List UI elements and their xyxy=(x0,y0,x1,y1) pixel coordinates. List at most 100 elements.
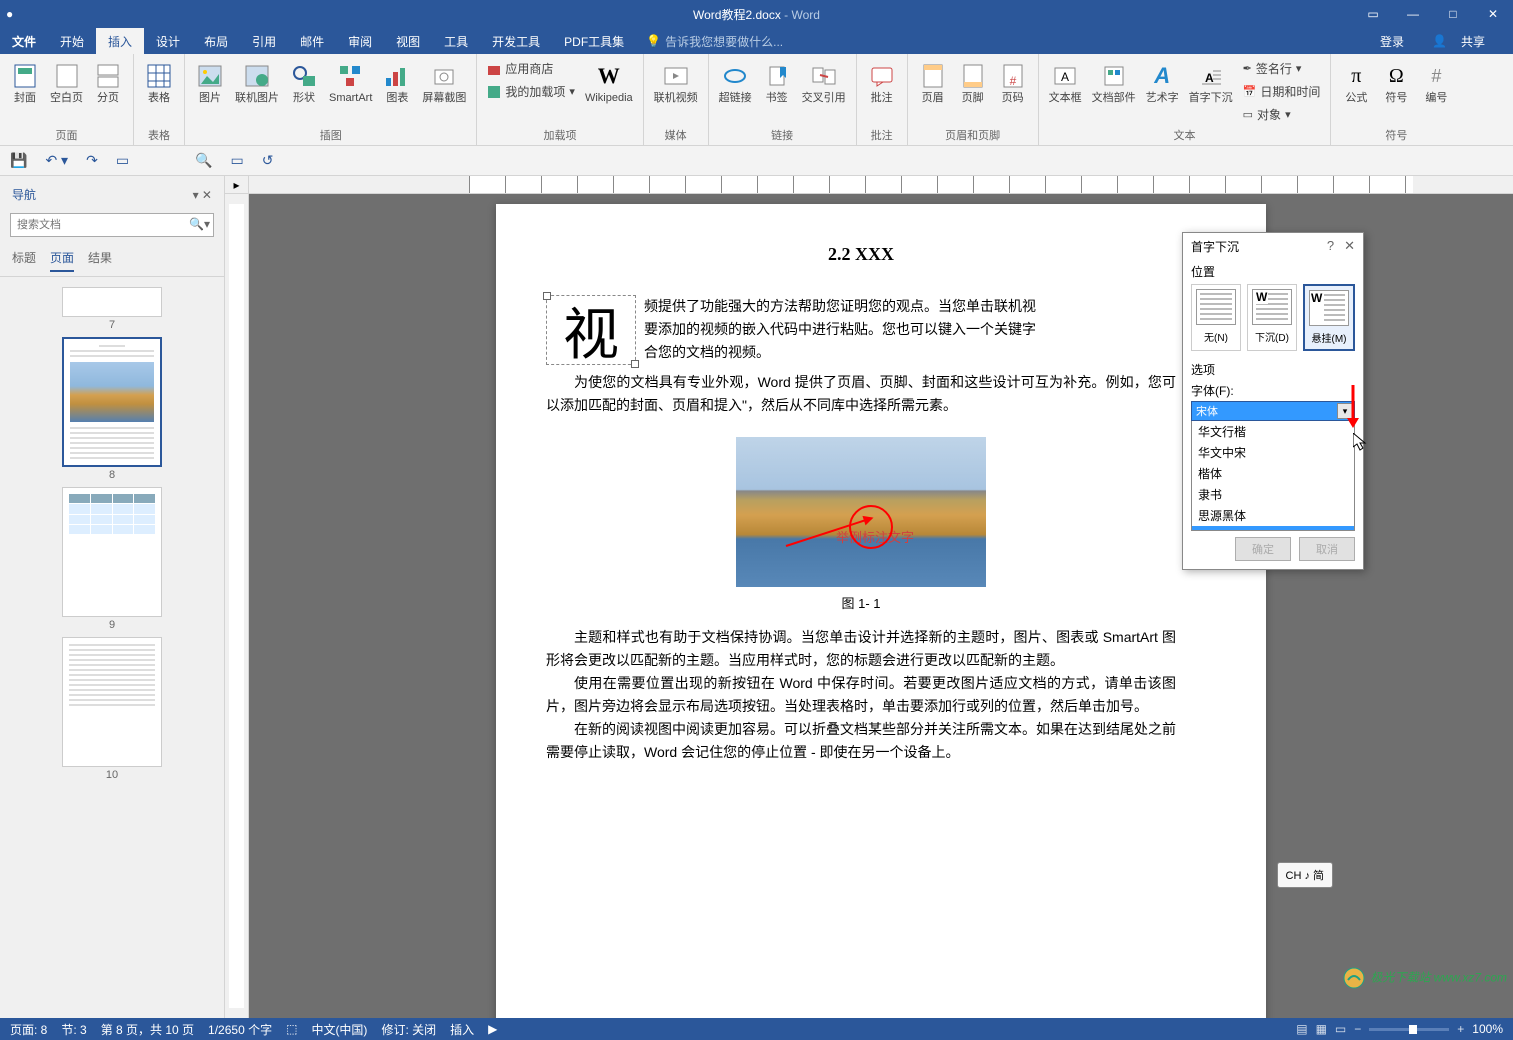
blank-page-button[interactable]: 空白页 xyxy=(46,58,87,127)
nav-close-icon[interactable]: ▾ ✕ xyxy=(193,188,212,202)
number-button[interactable]: #编号 xyxy=(1417,58,1455,127)
tab-insert[interactable]: 插入 xyxy=(96,28,144,54)
search-icon[interactable]: 🔍▾ xyxy=(189,217,210,231)
status-page[interactable]: 页面: 8 xyxy=(10,1021,47,1038)
zoom-slider[interactable] xyxy=(1369,1028,1449,1031)
shapes-button[interactable]: 形状 xyxy=(285,58,323,127)
font-opt-2[interactable]: 楷体 xyxy=(1192,463,1354,484)
bookmark-button[interactable]: 书签 xyxy=(758,58,796,127)
status-spell-icon[interactable]: ⬚ xyxy=(286,1022,297,1036)
qat-icon-2[interactable]: ↺ xyxy=(262,152,274,169)
status-track[interactable]: 修订: 关闭 xyxy=(381,1021,436,1038)
textbox-button[interactable]: A文本框 xyxy=(1045,58,1086,127)
table-button[interactable]: 表格 xyxy=(140,58,178,127)
online-pictures-button[interactable]: 联机图片 xyxy=(231,58,283,127)
qat-icon-1[interactable]: ▭ xyxy=(231,152,244,169)
view-print-icon[interactable]: ▦ xyxy=(1316,1022,1327,1036)
thumb-10[interactable]: 10 xyxy=(62,637,162,781)
font-opt-4[interactable]: 思源黑体 xyxy=(1192,505,1354,526)
smartart-button[interactable]: SmartArt xyxy=(325,58,376,127)
dropcap-button[interactable]: A首字下沉 xyxy=(1185,58,1237,127)
nav-tab-headings[interactable]: 标题 xyxy=(12,249,36,272)
quick-parts-button[interactable]: 文档部件 xyxy=(1088,58,1140,127)
font-combo[interactable]: ▾ xyxy=(1191,401,1355,421)
view-read-icon[interactable]: ▤ xyxy=(1296,1022,1307,1036)
equation-button[interactable]: π公式 xyxy=(1337,58,1375,127)
online-video-button[interactable]: 联机视频 xyxy=(650,58,702,127)
header-button[interactable]: 页眉 xyxy=(914,58,952,127)
comment-button[interactable]: 批注 xyxy=(863,58,901,127)
tab-tools[interactable]: 工具 xyxy=(432,28,480,54)
nav-tab-pages[interactable]: 页面 xyxy=(50,249,74,272)
my-addins-button[interactable]: 我的加载项 ▾ xyxy=(483,81,579,102)
tab-file[interactable]: 文件 xyxy=(0,28,48,54)
tab-pdf[interactable]: PDF工具集 xyxy=(552,28,636,54)
thumb-7[interactable]: 7 xyxy=(62,287,162,331)
maximize-button[interactable]: □ xyxy=(1433,0,1473,28)
undo-icon[interactable]: ↶ ▾ xyxy=(45,152,68,169)
close-button[interactable]: ✕ xyxy=(1473,0,1513,28)
status-mode[interactable]: 插入 xyxy=(450,1021,474,1038)
status-section[interactable]: 节: 3 xyxy=(61,1021,86,1038)
dropcap-box[interactable]: 视 xyxy=(546,295,636,365)
symbol-button[interactable]: Ω符号 xyxy=(1377,58,1415,127)
dialog-help-button[interactable]: ? xyxy=(1327,238,1334,254)
font-combo-input[interactable] xyxy=(1191,401,1355,421)
font-opt-3[interactable]: 隶书 xyxy=(1192,484,1354,505)
page-break-button[interactable]: 分页 xyxy=(89,58,127,127)
tab-view[interactable]: 视图 xyxy=(384,28,432,54)
zoom-in-icon[interactable]: + xyxy=(1457,1022,1464,1036)
minimize-button[interactable]: — xyxy=(1393,0,1433,28)
cross-ref-button[interactable]: 交叉引用 xyxy=(798,58,850,127)
ribbon-display-icon[interactable]: ▭ xyxy=(1353,0,1393,28)
qat-more-icon[interactable]: ▭ xyxy=(116,152,129,169)
object-button[interactable]: ▭ 对象 ▾ xyxy=(1239,104,1295,125)
page-number-button[interactable]: #页码 xyxy=(994,58,1032,127)
tab-review[interactable]: 审阅 xyxy=(336,28,384,54)
status-words[interactable]: 1/2650 个字 xyxy=(208,1021,272,1038)
font-opt-1[interactable]: 华文中宋 xyxy=(1192,442,1354,463)
find-icon[interactable]: 🔍 xyxy=(195,152,212,169)
ok-button[interactable]: 确定 xyxy=(1235,537,1291,561)
opt-dropped[interactable]: W下沉(D) xyxy=(1247,284,1297,351)
zoom-out-icon[interactable]: − xyxy=(1354,1022,1361,1036)
thumb-8[interactable]: 8 xyxy=(62,337,162,481)
date-time-button[interactable]: 📅 日期和时间 xyxy=(1239,81,1325,102)
chart-button[interactable]: 图表 xyxy=(378,58,416,127)
thumb-9[interactable]: 9 xyxy=(62,487,162,631)
hyperlink-button[interactable]: 超链接 xyxy=(715,58,756,127)
nav-search[interactable]: 🔍▾ xyxy=(10,213,214,237)
dialog-titlebar[interactable]: 首字下沉 ? ✕ xyxy=(1183,233,1363,259)
tab-mailings[interactable]: 邮件 xyxy=(288,28,336,54)
share-button[interactable]: 👤 共享 xyxy=(1418,28,1513,54)
status-macros-icon[interactable]: ▶ xyxy=(488,1022,497,1036)
nav-tab-results[interactable]: 结果 xyxy=(88,249,112,272)
screenshot-button[interactable]: 屏幕截图 xyxy=(418,58,470,127)
tab-references[interactable]: 引用 xyxy=(240,28,288,54)
redo-icon[interactable]: ↷ xyxy=(86,152,98,169)
font-opt-0[interactable]: 华文行楷 xyxy=(1192,421,1354,442)
ruler-corner[interactable]: ▸ xyxy=(225,176,249,193)
dialog-close-button[interactable]: ✕ xyxy=(1344,238,1355,254)
pictures-button[interactable]: 图片 xyxy=(191,58,229,127)
page[interactable]: 2.2 XXX 视 频提供了功能强大的方法帮助您证明您的观点。当您单击联机视 要… xyxy=(496,204,1266,1018)
zoom-level[interactable]: 100% xyxy=(1472,1022,1503,1036)
tab-developer[interactable]: 开发工具 xyxy=(480,28,552,54)
figure-image[interactable]: 举例标注文字 xyxy=(736,437,986,587)
store-button[interactable]: 应用商店 xyxy=(483,58,557,79)
wordart-button[interactable]: A艺术字 xyxy=(1142,58,1183,127)
opt-in-margin[interactable]: W悬挂(M) xyxy=(1303,284,1355,351)
tab-layout[interactable]: 布局 xyxy=(192,28,240,54)
cover-page-button[interactable]: 封面 xyxy=(6,58,44,127)
wikipedia-button[interactable]: WWikipedia xyxy=(581,58,637,127)
vertical-ruler[interactable] xyxy=(225,194,249,1018)
nav-search-input[interactable] xyxy=(10,213,214,237)
view-web-icon[interactable]: ▭ xyxy=(1335,1022,1346,1036)
save-icon[interactable]: 💾 xyxy=(10,152,27,169)
tab-design[interactable]: 设计 xyxy=(144,28,192,54)
tab-home[interactable]: 开始 xyxy=(48,28,96,54)
cancel-button[interactable]: 取消 xyxy=(1299,537,1355,561)
chevron-down-icon[interactable]: ▾ xyxy=(1337,403,1353,419)
login-button[interactable]: 登录 xyxy=(1366,28,1418,54)
opt-none[interactable]: 无(N) xyxy=(1191,284,1241,351)
